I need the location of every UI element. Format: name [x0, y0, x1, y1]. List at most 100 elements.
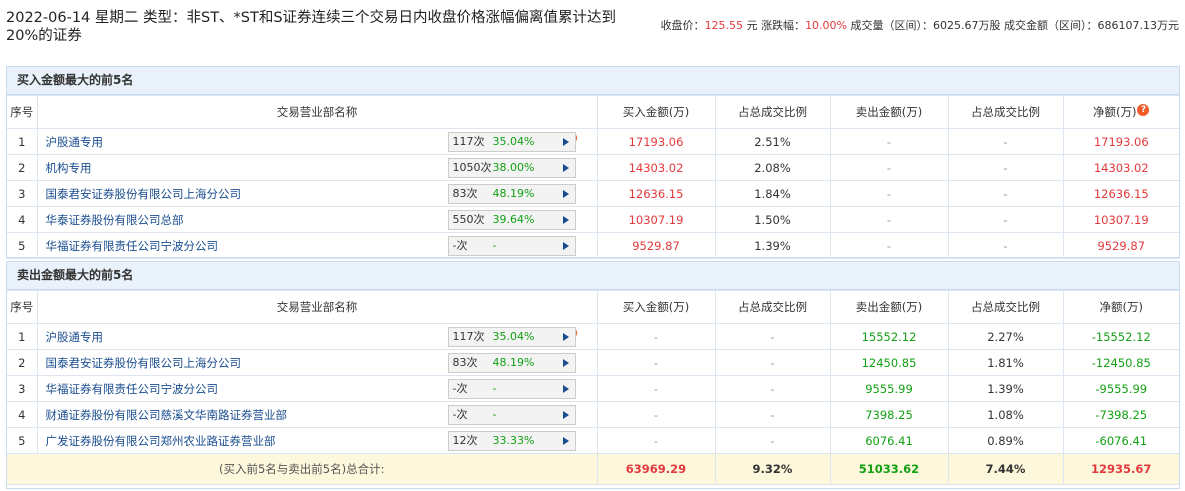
- col-net: 净额(万)?: [1062, 95, 1179, 129]
- table-row: 4 财通证券股份有限公司慈溪文华南路证券营业部 -次 - - -7398.25 1.08% -…: [7, 401, 1179, 428]
- row-buy-pct: 1.84%: [714, 180, 831, 207]
- col-name: 交易营业部名称: [36, 95, 598, 129]
- row-sell: -: [829, 232, 949, 259]
- sell-top5-panel: 卖出金额最大的前5名 序号 交易营业部名称 买入金额(万) 占总成交比例 卖出金…: [6, 261, 1180, 489]
- col-sell-pct: 占总成交比例: [947, 290, 1064, 324]
- col-buy-pct: 占总成交比例: [714, 95, 831, 129]
- row-net: 14303.02: [1062, 154, 1179, 181]
- row-sell-pct: 0.89%: [947, 427, 1064, 454]
- buy-section-title: 买入金额最大的前5名: [7, 67, 1179, 95]
- row-seq: 1: [7, 323, 38, 350]
- row-seq: 2: [7, 349, 38, 376]
- broker-rank-box[interactable]: 550次 39.64%: [447, 210, 576, 230]
- broker-rank-box[interactable]: 117次 35.04%: [447, 327, 576, 347]
- broker-win-rate: 35.04%: [492, 330, 535, 343]
- broker-trade-count: -次: [452, 382, 468, 395]
- row-sell-pct: -: [947, 154, 1064, 181]
- col-seq: 序号: [7, 95, 38, 129]
- row-buy: -: [596, 401, 716, 428]
- broker-name-link[interactable]: 沪股通专用: [46, 135, 104, 149]
- broker-trade-count: 83次: [452, 187, 478, 200]
- broker-rank-box[interactable]: 117次 35.04%: [447, 132, 576, 152]
- broker-name-link[interactable]: 华福证券有限责任公司宁波分公司: [46, 239, 219, 253]
- broker-win-rate: 35.04%: [492, 135, 535, 148]
- broker-win-rate: -: [492, 239, 497, 252]
- triangle-right-icon[interactable]: [562, 138, 569, 146]
- broker-win-rate: -: [492, 408, 497, 421]
- triangle-right-icon[interactable]: [562, 333, 569, 341]
- broker-rank-box[interactable]: -次 -: [447, 405, 576, 425]
- broker-name-link[interactable]: 机构专用: [46, 161, 92, 175]
- row-seq: 3: [7, 180, 38, 207]
- broker-name-link[interactable]: 沪股通专用: [46, 330, 104, 344]
- row-sell-pct: -: [947, 128, 1064, 155]
- table-row: 5 华福证券有限责任公司宁波分公司 -次 -9529.87 1.39% - -9529.87: [7, 232, 1179, 259]
- col-name: 交易营业部名称: [36, 290, 598, 324]
- triangle-right-icon[interactable]: [562, 437, 569, 445]
- row-net: 9529.87: [1062, 232, 1179, 259]
- row-net: 12636.15: [1062, 180, 1179, 207]
- broker-rank-box[interactable]: -次 -: [447, 379, 576, 399]
- row-sell-pct: 1.08%: [947, 401, 1064, 428]
- broker-rank-box[interactable]: 12次 33.33%: [447, 431, 576, 451]
- row-buy-pct: -: [714, 323, 831, 350]
- question-mark-icon[interactable]: ?: [1137, 104, 1150, 116]
- amount-text: 成交金额（区间）：686107.13万元: [1004, 19, 1179, 32]
- change-value: 10.00%: [805, 19, 848, 32]
- broker-cell: 广发证券股份有限公司郑州农业路证券营业部 12次 33.33%: [36, 427, 598, 454]
- col-seq: 序号: [7, 290, 38, 324]
- broker-rank-box[interactable]: 83次 48.19%: [447, 353, 576, 373]
- row-seq: 3: [7, 375, 38, 402]
- broker-name-link[interactable]: 国泰君安证券股份有限公司上海分公司: [46, 356, 242, 370]
- broker-trade-count: 12次: [452, 434, 478, 447]
- row-sell-pct: 1.81%: [947, 349, 1064, 376]
- broker-cell: 机构专用 1050次 38.00%: [36, 154, 598, 181]
- buy-top5-panel: 买入金额最大的前5名 序号 交易营业部名称 买入金额(万) 占总成交比例 卖出金…: [6, 66, 1180, 259]
- col-sell: 卖出金额(万): [829, 95, 949, 129]
- total-label: (买入前5名与卖出前5名)总合计:: [7, 453, 598, 485]
- row-buy-pct: -: [714, 401, 831, 428]
- row-buy: -: [596, 375, 716, 402]
- broker-trade-count: 117次: [452, 330, 485, 343]
- broker-name-link[interactable]: 华福证券有限责任公司宁波分公司: [46, 382, 219, 396]
- close-price-value: 125.55: [704, 19, 744, 32]
- broker-name-link[interactable]: 国泰君安证券股份有限公司上海分公司: [46, 187, 242, 201]
- row-seq: 1: [7, 128, 38, 155]
- triangle-right-icon[interactable]: [562, 164, 569, 172]
- triangle-right-icon[interactable]: [562, 359, 569, 367]
- broker-cell: 华泰证券股份有限公司总部 550次 39.64%: [36, 206, 598, 233]
- col-net-label: 净额(万): [1093, 105, 1137, 119]
- broker-cell: 沪股通专用?117次35.04%: [36, 128, 598, 155]
- triangle-right-icon[interactable]: [562, 385, 569, 393]
- triangle-right-icon[interactable]: [562, 411, 569, 419]
- page-header: 2022-06-14 星期二 类型：非ST、*ST和S证券连续三个交易日内收盘价…: [6, 6, 1181, 56]
- row-sell: -: [829, 206, 949, 233]
- table-row: 3 国泰君安证券股份有限公司上海分公司 83次 48.19% 12636.15 1.84%…: [7, 180, 1179, 207]
- row-buy-pct: 1.50%: [714, 206, 831, 233]
- row-buy: 14303.02: [596, 154, 716, 181]
- row-buy: -: [596, 427, 716, 454]
- broker-name-link[interactable]: 财通证券股份有限公司慈溪文华南路证券营业部: [46, 408, 288, 422]
- triangle-right-icon[interactable]: [562, 190, 569, 198]
- sell-table-header: 序号 交易营业部名称 买入金额(万) 占总成交比例 卖出金额(万) 占总成交比例…: [7, 290, 1179, 324]
- volume-text: 成交量（区间）：6025.67万股: [850, 19, 1001, 32]
- buy-table-header: 序号 交易营业部名称 买入金额(万) 占总成交比例 卖出金额(万) 占总成交比例…: [7, 95, 1179, 129]
- table-row: 5 广发证券股份有限公司郑州农业路证券营业部 12次 33.33% - -6076.41 0…: [7, 427, 1179, 454]
- triangle-right-icon[interactable]: [562, 216, 569, 224]
- row-sell: -: [829, 180, 949, 207]
- broker-name-link[interactable]: 广发证券股份有限公司郑州农业路证券营业部: [46, 434, 276, 448]
- triangle-right-icon[interactable]: [562, 242, 569, 250]
- row-buy: 9529.87: [596, 232, 716, 259]
- row-net: -7398.25: [1062, 401, 1179, 428]
- broker-name-link[interactable]: 华泰证券股份有限公司总部: [46, 213, 184, 227]
- broker-rank-box[interactable]: 1050次 38.00%: [447, 158, 576, 178]
- close-price-unit: 元: [746, 19, 758, 32]
- row-net: 10307.19: [1062, 206, 1179, 233]
- col-buy: 买入金额(万): [596, 290, 716, 324]
- broker-rank-box[interactable]: -次 -: [447, 236, 576, 256]
- row-sell: 12450.85: [829, 349, 949, 376]
- buy-table-body: 1沪股通专用?117次35.04%17193.062.51%--17193.06…: [7, 128, 1179, 259]
- broker-rank-box[interactable]: 83次 48.19%: [447, 184, 576, 204]
- row-buy-pct: -: [714, 349, 831, 376]
- row-sell-pct: -: [947, 232, 1064, 259]
